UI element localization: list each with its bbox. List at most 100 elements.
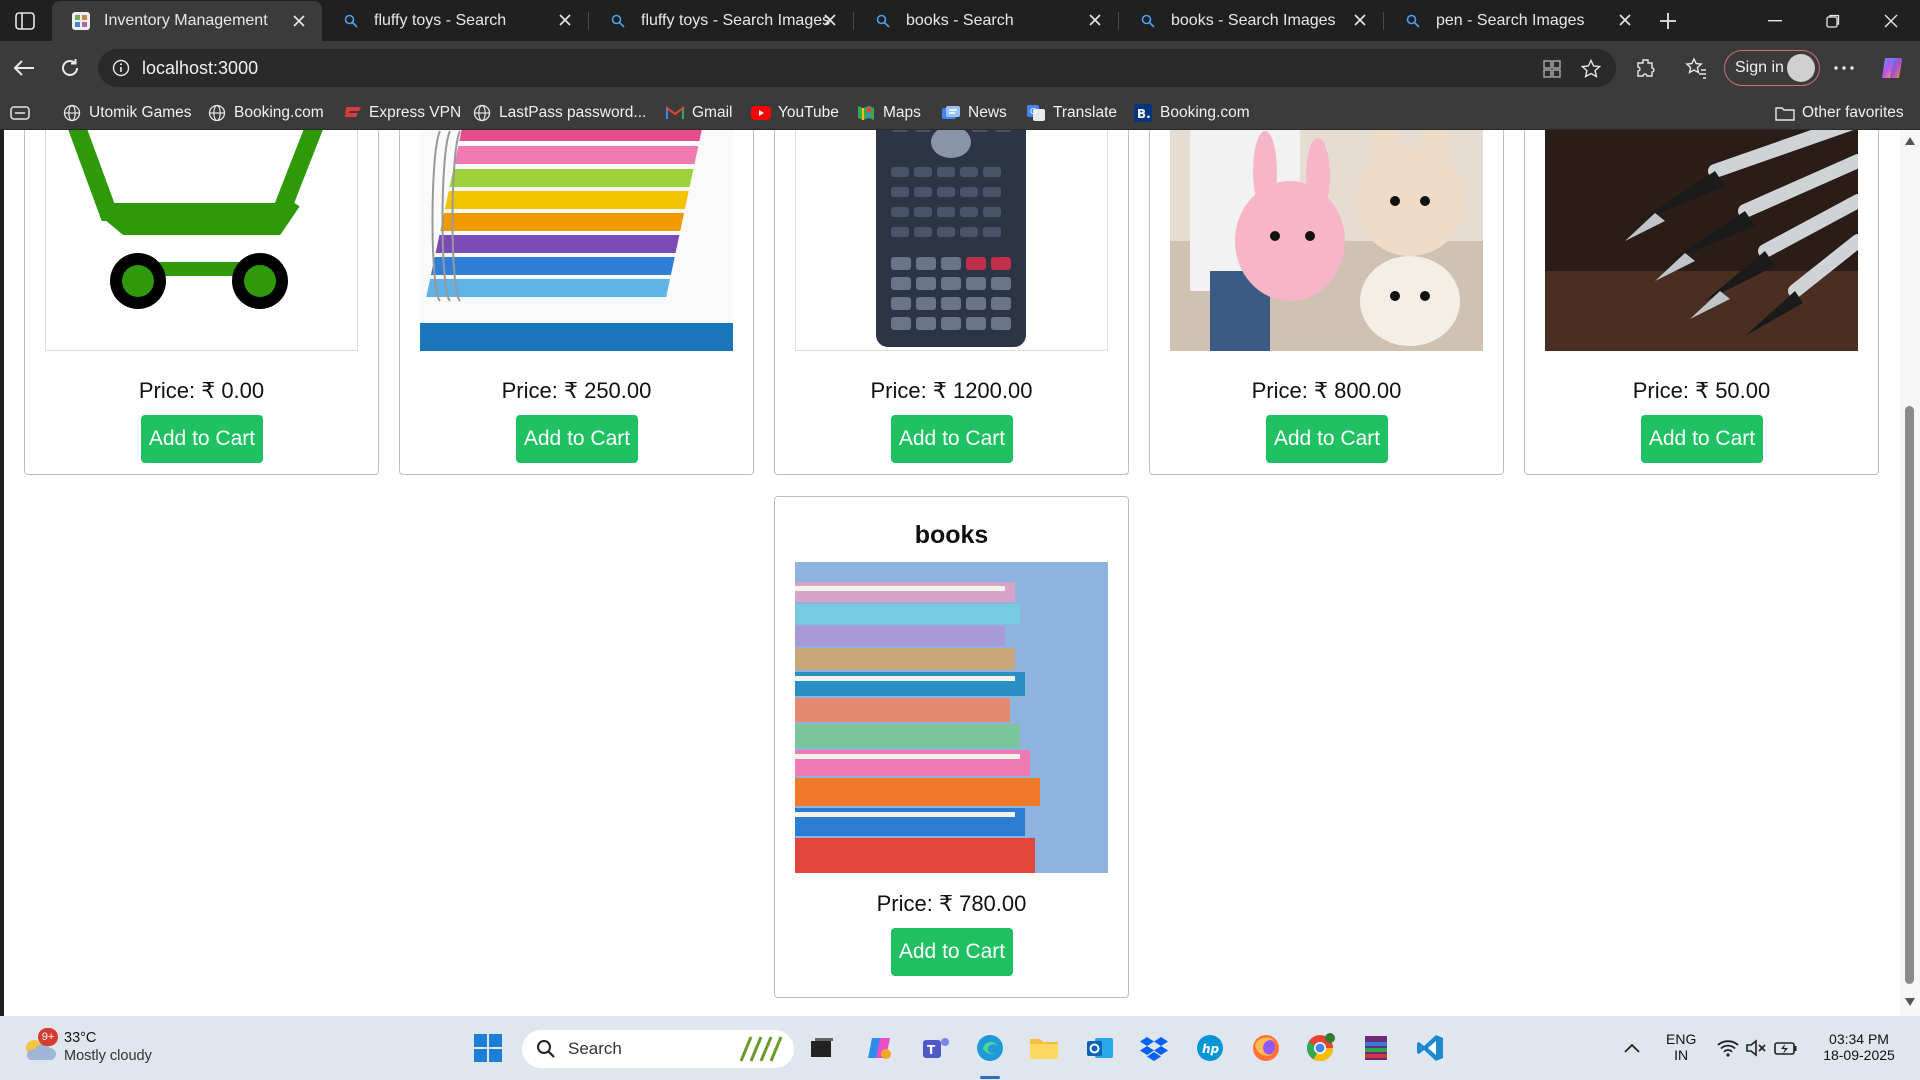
other-favorites[interactable]: Other favorites xyxy=(1775,95,1904,130)
address-bar[interactable]: localhost:3000 xyxy=(98,49,1616,87)
tab-books-search-images[interactable]: books - Search Images xyxy=(1119,0,1383,41)
page-scrollbar[interactable] xyxy=(1900,130,1920,1016)
product-price: Price: ₹ 250.00 xyxy=(501,378,652,403)
close-tab-icon[interactable] xyxy=(1351,11,1369,29)
copilot-icon[interactable] xyxy=(1878,54,1906,82)
tab-title: pen - Search Images xyxy=(1436,11,1585,29)
battery-charging-icon[interactable] xyxy=(1768,1030,1804,1066)
vscode-icon[interactable] xyxy=(1412,1030,1448,1066)
favorite-star-icon[interactable] xyxy=(1580,58,1602,80)
favorite-translate[interactable]: G Translate xyxy=(1026,95,1117,130)
booking-icon: B. xyxy=(1133,103,1153,123)
favorites-bar: Utomik Games Booking.com Express VPN Las… xyxy=(0,95,1920,130)
product-card: Price: ₹ 250.00 Add to Cart xyxy=(399,130,754,475)
favorite-gmail[interactable]: Gmail xyxy=(665,95,732,130)
add-to-cart-button[interactable]: Add to Cart xyxy=(1266,415,1388,463)
favorite-booking-2[interactable]: B. Booking.com xyxy=(1133,95,1250,130)
close-tab-icon[interactable] xyxy=(1086,11,1104,29)
teams-icon[interactable]: T xyxy=(918,1030,954,1066)
language-top: ENG xyxy=(1666,1031,1697,1047)
tab-title: books - Search Images xyxy=(1171,11,1336,29)
scrollbar-thumb[interactable] xyxy=(1905,406,1914,984)
close-tab-icon[interactable] xyxy=(290,12,308,30)
favorite-label: YouTube xyxy=(778,103,839,121)
restore-icon[interactable] xyxy=(1804,0,1862,41)
extensions-icon[interactable] xyxy=(1632,54,1660,82)
clock[interactable]: 03:34 PM 18-09-2025 xyxy=(1816,1031,1902,1063)
close-tab-icon[interactable] xyxy=(821,11,839,29)
favorite-maps[interactable]: Maps xyxy=(856,95,921,130)
scroll-up-icon[interactable] xyxy=(1905,137,1915,145)
language-indicator[interactable]: ENG IN xyxy=(1666,1031,1696,1063)
favorites-icon[interactable] xyxy=(1682,54,1710,82)
favorite-booking[interactable]: Booking.com xyxy=(207,95,324,130)
minimize-icon[interactable] xyxy=(1746,0,1804,41)
winrar-icon[interactable] xyxy=(1358,1030,1394,1066)
tab-title: fluffy toys - Search Images xyxy=(641,11,831,29)
add-to-cart-button[interactable]: Add to Cart xyxy=(141,415,263,463)
outlook-icon[interactable] xyxy=(1082,1030,1118,1066)
add-to-cart-button[interactable]: Add to Cart xyxy=(1641,415,1763,463)
search-label: Search xyxy=(568,1039,622,1058)
tab-actions-menu-icon[interactable] xyxy=(8,6,42,36)
weather-widget[interactable]: 9+ 33°C Mostly cloudy xyxy=(20,1028,170,1068)
favorite-news[interactable]: News xyxy=(941,95,1007,130)
product-price: Price: ₹ 50.00 xyxy=(1632,378,1771,403)
task-view-icon[interactable] xyxy=(804,1030,840,1066)
product-image xyxy=(45,130,358,351)
hp-icon[interactable]: hp xyxy=(1192,1030,1228,1066)
product-image xyxy=(1545,130,1858,351)
reading-view-icon[interactable] xyxy=(10,95,37,130)
weather-desc: Mostly cloudy xyxy=(64,1048,152,1064)
start-icon[interactable] xyxy=(470,1030,506,1066)
url-text[interactable]: localhost:3000 xyxy=(142,58,258,79)
tab-inventory-management[interactable]: Inventory Management xyxy=(52,1,322,41)
search-icon xyxy=(607,10,629,32)
add-to-cart-button[interactable]: Add to Cart xyxy=(891,928,1013,976)
back-icon[interactable] xyxy=(6,51,42,85)
file-explorer-icon[interactable] xyxy=(1026,1030,1062,1066)
favorite-utomik-games[interactable]: Utomik Games xyxy=(62,95,192,130)
close-tab-icon[interactable] xyxy=(556,11,574,29)
favorite-label: Booking.com xyxy=(234,103,324,121)
show-hidden-icons-icon[interactable] xyxy=(1614,1030,1650,1066)
favorite-express-vpn[interactable]: Express VPN xyxy=(342,95,461,130)
add-to-cart-button[interactable]: Add to Cart xyxy=(891,415,1013,463)
close-tab-icon[interactable] xyxy=(1616,11,1634,29)
copilot-app-icon[interactable] xyxy=(862,1030,898,1066)
edge-icon[interactable] xyxy=(972,1030,1008,1066)
tab-fluffy-toys-search-images[interactable]: fluffy toys - Search Images xyxy=(589,0,853,41)
globe-icon xyxy=(207,103,227,123)
weather-temp: 33°C xyxy=(64,1030,97,1046)
product-image xyxy=(420,130,733,351)
product-card: books Price: ₹ 780.00 Add to Cart xyxy=(774,496,1129,998)
navigation-bar: localhost:3000 Sign in xyxy=(0,41,1920,95)
more-options-icon[interactable] xyxy=(1830,54,1858,82)
favorite-youtube[interactable]: YouTube xyxy=(751,95,839,130)
chrome-icon[interactable] xyxy=(1302,1030,1338,1066)
refresh-icon[interactable] xyxy=(52,51,88,85)
taskbar-search[interactable]: Search xyxy=(522,1030,794,1068)
search-highlight-icon xyxy=(739,1036,783,1062)
search-icon xyxy=(872,10,894,32)
sign-in-button[interactable]: Sign in xyxy=(1724,50,1820,86)
tab-fluffy-toys-search[interactable]: fluffy toys - Search xyxy=(322,0,588,41)
active-app-indicator xyxy=(980,1076,1000,1079)
site-info-icon[interactable] xyxy=(112,59,130,77)
new-tab-icon[interactable] xyxy=(1653,6,1683,36)
tab-pen-search-images[interactable]: pen - Search Images xyxy=(1384,0,1648,41)
weather-badge: 9+ xyxy=(38,1028,58,1046)
favorite-lastpass[interactable]: LastPass password... xyxy=(472,95,646,130)
product-card: Price: ₹ 50.00 Add to Cart xyxy=(1524,130,1879,475)
scroll-down-icon[interactable] xyxy=(1905,998,1915,1006)
app-available-icon[interactable] xyxy=(1541,58,1563,80)
dropbox-icon[interactable] xyxy=(1136,1030,1172,1066)
firefox-icon[interactable] xyxy=(1248,1030,1284,1066)
close-window-icon[interactable] xyxy=(1862,0,1920,41)
add-to-cart-button[interactable]: Add to Cart xyxy=(516,415,638,463)
tab-books-search[interactable]: books - Search xyxy=(854,0,1118,41)
globe-icon xyxy=(62,103,82,123)
favorite-label: Maps xyxy=(883,103,921,121)
favorite-label: Express VPN xyxy=(369,103,462,121)
search-icon xyxy=(1137,10,1159,32)
